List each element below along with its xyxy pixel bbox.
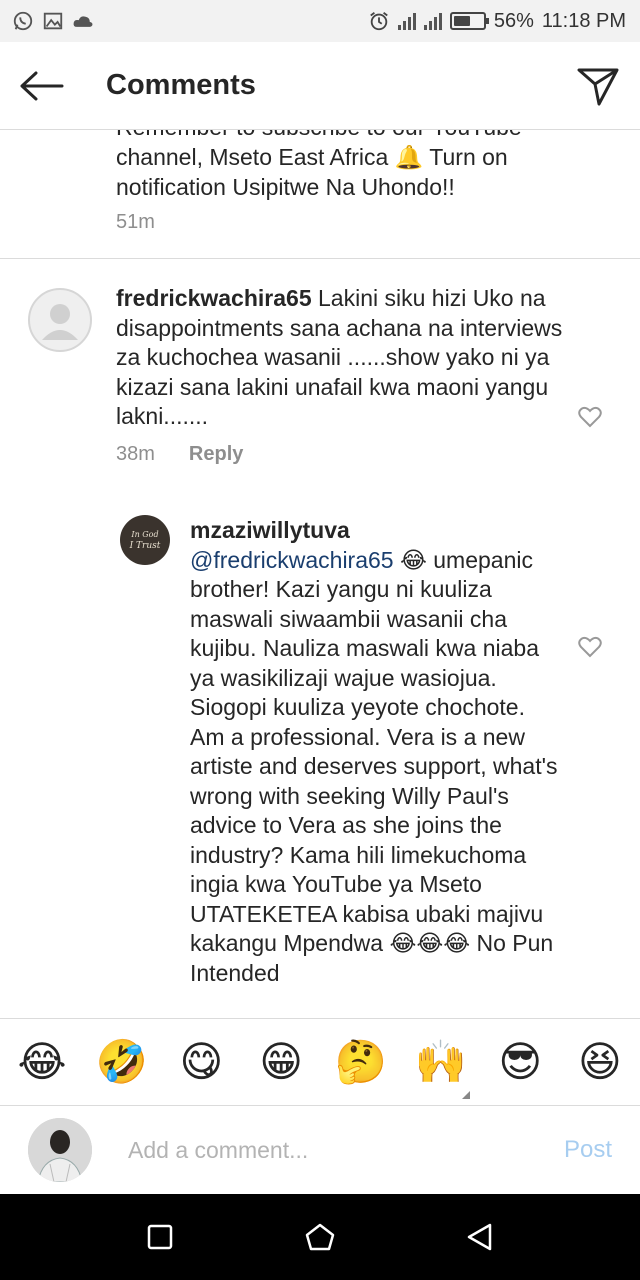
reply-button[interactable]: Reply (189, 443, 243, 466)
emoji-laughing[interactable]: 😆 (574, 1036, 626, 1088)
heart-icon[interactable] (578, 406, 602, 428)
arrow-left-icon (20, 71, 64, 100)
comment-composer: Post (0, 1106, 640, 1194)
back-nav-button[interactable] (450, 1207, 510, 1267)
comment-text: mzaziwillytuva @fredrickwachira65 😂 umep… (190, 516, 562, 988)
alarm-icon (368, 10, 390, 32)
paper-plane-icon (577, 68, 619, 106)
emoji-rofl[interactable]: 🤣 (96, 1036, 148, 1088)
avatar[interactable]: In God I Trust (120, 515, 170, 565)
recents-button[interactable] (130, 1207, 190, 1267)
comment-username[interactable]: mzaziwillytuva (190, 517, 350, 543)
comments-list[interactable]: Remember to subscribe to our YouTube cha… (0, 100, 640, 1020)
user-photo-icon (28, 1118, 92, 1182)
battery-icon (449, 12, 489, 30)
gallery-icon (42, 10, 64, 32)
comment-input[interactable] (128, 1132, 528, 1168)
post-button[interactable]: Post (564, 1136, 612, 1164)
share-button[interactable] (574, 62, 622, 110)
comment-username[interactable]: fredrickwachira65 (116, 285, 312, 311)
comment-meta: 38m Reply (116, 443, 243, 466)
emoji-thinking[interactable]: 🤔 (335, 1036, 387, 1088)
back-triangle-icon (467, 1223, 492, 1251)
avatar[interactable] (28, 288, 92, 352)
comment-reply-item: In God I Trust mzaziwillytuva @fredrickw… (0, 500, 640, 1020)
status-system-icons: 56% 11:18 PM (368, 10, 626, 33)
svg-text:I Trust: I Trust (129, 541, 161, 551)
default-user-icon (42, 304, 78, 340)
comment-timestamp: 38m (116, 443, 155, 465)
emoji-grin[interactable]: 😁 (255, 1036, 307, 1088)
signal-icon (423, 12, 442, 30)
home-button[interactable] (290, 1207, 350, 1267)
signal-icon (397, 12, 416, 30)
home-pentagon-icon (305, 1223, 335, 1251)
emoji-joy[interactable]: 😂 (16, 1036, 68, 1088)
comment-content: 😂 umepanic brother! Kazi yangu ni kuuliz… (190, 546, 558, 986)
recents-square-icon (147, 1224, 173, 1250)
emoji-quick-reactions: 😂 🤣 😋 😁 🤔 🙌 😎 😆 (0, 1018, 640, 1106)
status-notification-icons (12, 10, 94, 32)
comment-text: fredrickwachira65 Lakini siku hizi Uko n… (116, 284, 566, 432)
comments-header: Comments (0, 42, 640, 130)
emoji-skin-tone-indicator (462, 1091, 470, 1099)
emoji-yum[interactable]: 😋 (175, 1036, 227, 1088)
status-bar: 56% 11:18 PM (0, 0, 640, 42)
comment-item: fredrickwachira65 Lakini siku hizi Uko n… (0, 260, 640, 490)
in-god-i-trust-logo: In God I Trust (129, 530, 161, 551)
whatsapp-icon (12, 10, 34, 32)
back-button[interactable] (0, 42, 84, 130)
system-nav-bar (0, 1194, 640, 1280)
cloud-icon (72, 10, 94, 32)
page-title: Comments (106, 69, 256, 101)
mention-link[interactable]: @fredrickwachira65 (190, 547, 394, 573)
clock: 11:18 PM (541, 9, 626, 32)
caption-timestamp: 51m (116, 211, 155, 233)
heart-icon[interactable] (578, 636, 602, 658)
avatar (28, 1118, 92, 1182)
emoji-sunglasses[interactable]: 😎 (494, 1036, 546, 1088)
battery-percent: 56% (493, 9, 534, 32)
emoji-raised-hands[interactable]: 🙌 (415, 1036, 467, 1088)
svg-text:In God: In God (130, 530, 158, 539)
